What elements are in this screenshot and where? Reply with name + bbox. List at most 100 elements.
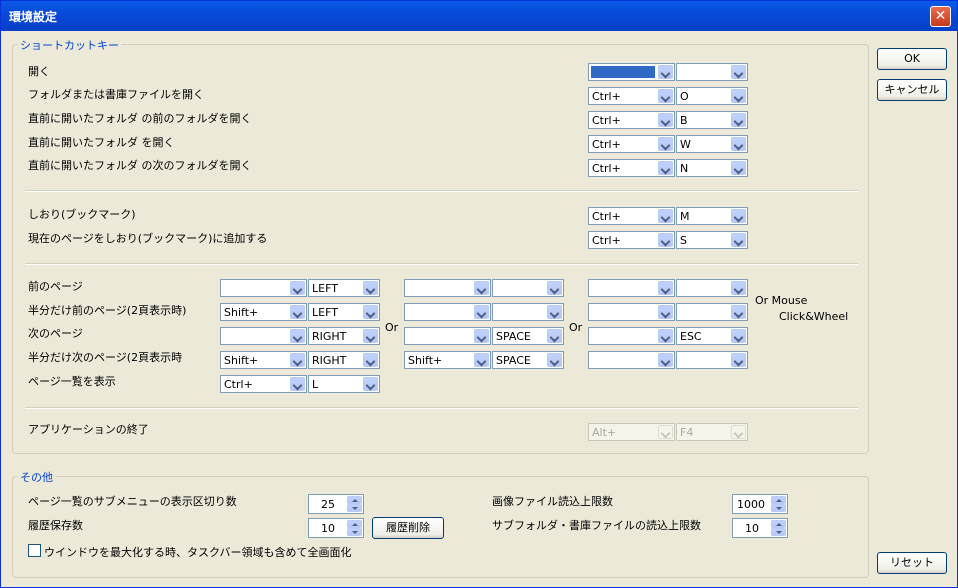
combo-half-prev-page-key-1[interactable]: LEFT — [308, 303, 380, 321]
chevron-down-icon[interactable] — [363, 281, 378, 295]
chevron-down-icon[interactable] — [731, 137, 746, 151]
combo-bookmark-key[interactable]: M — [676, 207, 748, 225]
chevron-down-icon[interactable] — [658, 353, 673, 367]
combo-half-prev-page-key-3[interactable] — [676, 303, 748, 321]
chevron-down-icon[interactable] — [658, 89, 673, 103]
maximize-checkbox[interactable] — [28, 544, 41, 557]
chevron-down-icon[interactable] — [474, 305, 489, 319]
chevron-down-icon[interactable] — [731, 281, 746, 295]
chevron-down-icon[interactable] — [474, 281, 489, 295]
combo-half-prev-page-mod-1[interactable]: Shift+ — [220, 303, 307, 321]
chevron-down-icon[interactable] — [658, 209, 673, 223]
spin-down-icon[interactable] — [347, 528, 362, 536]
separator — [25, 263, 858, 265]
combo-bookmark-mod[interactable]: Ctrl+ — [588, 207, 675, 225]
chevron-down-icon[interactable] — [363, 305, 378, 319]
chevron-down-icon[interactable] — [547, 329, 562, 343]
combo-open-folder-key[interactable]: O — [676, 87, 748, 105]
chevron-down-icon[interactable] — [547, 305, 562, 319]
chevron-down-icon[interactable] — [290, 329, 305, 343]
combo-half-prev-page-key-2[interactable] — [492, 303, 564, 321]
subfolder-limit-spinner[interactable]: 10 — [732, 518, 788, 538]
combo-add-bookmark-mod[interactable]: Ctrl+ — [588, 231, 675, 249]
chevron-down-icon[interactable] — [474, 329, 489, 343]
combo-prev-page-key-3[interactable] — [676, 279, 748, 297]
combo-open-folder-mod[interactable]: Ctrl+ — [588, 87, 675, 105]
spin-up-icon[interactable] — [771, 520, 786, 528]
chevron-down-icon[interactable] — [290, 305, 305, 319]
chevron-down-icon[interactable] — [658, 233, 673, 247]
chevron-down-icon[interactable] — [731, 353, 746, 367]
combo-open-prev-key[interactable]: W — [676, 135, 748, 153]
combo-open-next-key[interactable]: N — [676, 159, 748, 177]
combo-next-page-mod-1[interactable] — [220, 327, 307, 345]
submenu-count-spinner[interactable]: 25 — [308, 494, 364, 514]
combo-half-next-page-mod-3[interactable] — [588, 351, 675, 369]
combo-prev-page-key-1[interactable]: LEFT — [308, 279, 380, 297]
reset-button[interactable]: リセット — [877, 552, 947, 574]
chevron-down-icon[interactable] — [731, 161, 746, 175]
combo-half-next-page-key-2[interactable]: SPACE — [492, 351, 564, 369]
chevron-down-icon[interactable] — [658, 161, 673, 175]
combo-next-page-mod-3[interactable] — [588, 327, 675, 345]
combo-next-page-mod-2[interactable] — [404, 327, 491, 345]
chevron-down-icon[interactable] — [731, 305, 746, 319]
chevron-down-icon[interactable] — [658, 65, 673, 79]
clear-history-button[interactable]: 履歴削除 — [372, 517, 444, 539]
title-bar[interactable]: 環境設定 ✕ — [1, 1, 957, 31]
combo-open-prev-prev-mod[interactable]: Ctrl+ — [588, 111, 675, 129]
chevron-down-icon[interactable] — [363, 329, 378, 343]
chevron-down-icon[interactable] — [290, 281, 305, 295]
combo-prev-page-mod-3[interactable] — [588, 279, 675, 297]
spin-up-icon[interactable] — [347, 520, 362, 528]
combo-open-prev-prev-key[interactable]: B — [676, 111, 748, 129]
combo-next-page-key-1[interactable]: RIGHT — [308, 327, 380, 345]
combo-open-next-mod[interactable]: Ctrl+ — [588, 159, 675, 177]
ok-button[interactable]: OK — [877, 48, 947, 70]
combo-page-list-key[interactable]: L — [308, 375, 380, 393]
chevron-down-icon[interactable] — [658, 137, 673, 151]
spin-up-icon[interactable] — [347, 496, 362, 504]
combo-prev-page-mod-1[interactable] — [220, 279, 307, 297]
spin-down-icon[interactable] — [347, 504, 362, 512]
combo-half-prev-page-mod-3[interactable] — [588, 303, 675, 321]
history-count-spinner[interactable]: 10 — [308, 518, 364, 538]
chevron-down-icon[interactable] — [731, 89, 746, 103]
chevron-down-icon[interactable] — [658, 281, 673, 295]
combo-half-prev-page-mod-2[interactable] — [404, 303, 491, 321]
spin-down-icon[interactable] — [771, 528, 786, 536]
chevron-down-icon[interactable] — [658, 113, 673, 127]
spin-down-icon[interactable] — [771, 504, 786, 512]
chevron-down-icon[interactable] — [474, 353, 489, 367]
combo-add-bookmark-key[interactable]: S — [676, 231, 748, 249]
chevron-down-icon[interactable] — [731, 113, 746, 127]
chevron-down-icon[interactable] — [731, 233, 746, 247]
combo-page-list-mod[interactable]: Ctrl+ — [220, 375, 307, 393]
chevron-down-icon[interactable] — [731, 209, 746, 223]
chevron-down-icon[interactable] — [363, 353, 378, 367]
combo-half-next-page-mod-2[interactable]: Shift+ — [404, 351, 491, 369]
combo-half-next-page-key-1[interactable]: RIGHT — [308, 351, 380, 369]
combo-next-page-key-3[interactable]: ESC — [676, 327, 748, 345]
combo-prev-page-mod-2[interactable] — [404, 279, 491, 297]
combo-half-next-page-key-3[interactable] — [676, 351, 748, 369]
image-limit-spinner[interactable]: 1000 — [732, 494, 788, 514]
combo-open-mod[interactable] — [588, 63, 675, 81]
spin-up-icon[interactable] — [771, 496, 786, 504]
chevron-down-icon[interactable] — [547, 281, 562, 295]
chevron-down-icon[interactable] — [731, 65, 746, 79]
chevron-down-icon[interactable] — [731, 329, 746, 343]
chevron-down-icon[interactable] — [290, 353, 305, 367]
combo-prev-page-key-2[interactable] — [492, 279, 564, 297]
chevron-down-icon[interactable] — [547, 353, 562, 367]
chevron-down-icon[interactable] — [290, 377, 305, 391]
chevron-down-icon[interactable] — [658, 329, 673, 343]
combo-next-page-key-2[interactable]: SPACE — [492, 327, 564, 345]
chevron-down-icon[interactable] — [363, 377, 378, 391]
chevron-down-icon[interactable] — [658, 305, 673, 319]
close-icon[interactable]: ✕ — [930, 6, 951, 27]
cancel-button[interactable]: キャンセル — [877, 79, 947, 101]
combo-open-prev-mod[interactable]: Ctrl+ — [588, 135, 675, 153]
combo-half-next-page-mod-1[interactable]: Shift+ — [220, 351, 307, 369]
combo-open-key[interactable] — [676, 63, 748, 81]
